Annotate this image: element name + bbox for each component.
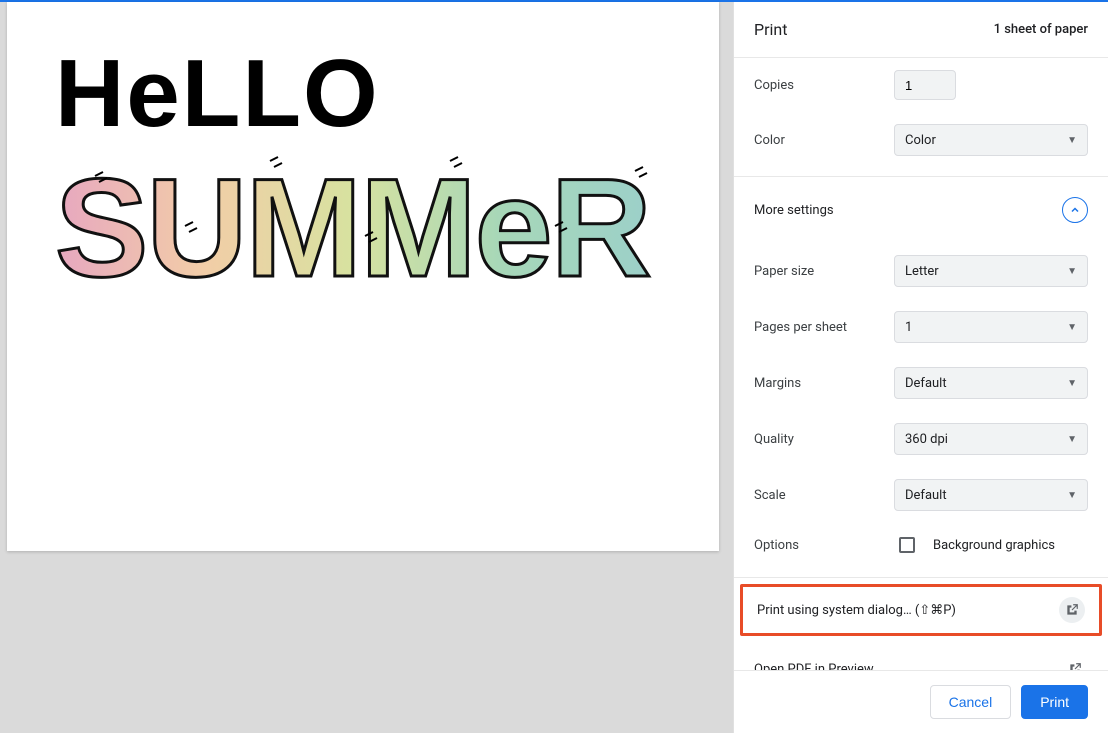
- pages-per-sheet-label: Pages per sheet: [754, 320, 894, 335]
- panel-footer: Cancel Print: [734, 670, 1108, 733]
- scale-value: Default: [905, 488, 947, 503]
- pages-per-sheet-select[interactable]: 1 ▼: [894, 311, 1088, 343]
- color-select[interactable]: Color ▼: [894, 124, 1088, 156]
- margins-value: Default: [905, 376, 947, 391]
- pages-per-sheet-row: Pages per sheet 1 ▼: [734, 299, 1108, 355]
- panel-title: Print: [754, 20, 787, 39]
- system-section: Print using system dialog… (⇧⌘P) Open PD…: [734, 577, 1108, 670]
- system-dialog-row[interactable]: Print using system dialog… (⇧⌘P): [740, 584, 1102, 636]
- system-dialog-label: Print using system dialog… (⇧⌘P): [757, 603, 956, 618]
- margins-row: Margins Default ▼: [734, 355, 1108, 411]
- caret-down-icon: ▼: [1067, 490, 1077, 501]
- print-preview-area: HeLLO SUMMeR: [0, 2, 733, 733]
- caret-down-icon: ▼: [1067, 266, 1077, 277]
- background-graphics-label: Background graphics: [933, 538, 1055, 553]
- background-graphics-checkbox[interactable]: [899, 537, 915, 553]
- pages-per-sheet-value: 1: [905, 320, 912, 335]
- print-settings-panel: Print 1 sheet of paper Copies Color Colo…: [733, 2, 1108, 733]
- copies-label: Copies: [754, 78, 894, 93]
- scale-select[interactable]: Default ▼: [894, 479, 1088, 511]
- print-button[interactable]: Print: [1021, 685, 1088, 719]
- more-settings-label: More settings: [754, 203, 834, 218]
- caret-down-icon: ▼: [1067, 378, 1077, 389]
- caret-down-icon: ▼: [1067, 434, 1077, 445]
- quality-label: Quality: [754, 432, 894, 447]
- more-settings-toggle[interactable]: More settings: [734, 177, 1108, 243]
- open-pdf-label: Open PDF in Preview: [754, 662, 874, 671]
- cancel-button[interactable]: Cancel: [930, 685, 1012, 719]
- quality-value: 360 dpi: [905, 432, 948, 447]
- panel-header: Print 1 sheet of paper: [734, 2, 1108, 58]
- scale-label: Scale: [754, 488, 894, 503]
- svg-text:SUMMeR: SUMMeR: [55, 149, 650, 286]
- caret-down-icon: ▼: [1067, 322, 1077, 333]
- paper-size-value: Letter: [905, 264, 939, 279]
- preview-artwork: HeLLO SUMMeR: [35, 26, 695, 286]
- copies-input[interactable]: [894, 70, 956, 100]
- open-pdf-row[interactable]: Open PDF in Preview: [734, 642, 1108, 670]
- sheet-count: 1 sheet of paper: [994, 22, 1088, 37]
- quality-select[interactable]: 360 dpi ▼: [894, 423, 1088, 455]
- margins-label: Margins: [754, 376, 894, 391]
- options-row: Options Background graphics: [734, 523, 1108, 567]
- quality-row: Quality 360 dpi ▼: [734, 411, 1108, 467]
- open-external-icon: [1059, 597, 1085, 623]
- paper-size-row: Paper size Letter ▼: [734, 243, 1108, 299]
- caret-down-icon: ▼: [1067, 135, 1077, 146]
- panel-body[interactable]: Copies Color Color ▼ More settings: [734, 58, 1108, 670]
- chevron-up-icon: [1062, 197, 1088, 223]
- paper-size-label: Paper size: [754, 264, 894, 279]
- margins-select[interactable]: Default ▼: [894, 367, 1088, 399]
- scale-row: Scale Default ▼: [734, 467, 1108, 523]
- color-value: Color: [905, 133, 936, 148]
- paper-size-select[interactable]: Letter ▼: [894, 255, 1088, 287]
- svg-text:HeLLO: HeLLO: [55, 40, 380, 147]
- preview-page: HeLLO SUMMeR: [7, 2, 719, 551]
- options-label: Options: [754, 538, 894, 553]
- system-dialog-row-wrap: Print using system dialog… (⇧⌘P): [734, 578, 1108, 642]
- copies-row: Copies: [734, 58, 1108, 112]
- color-label: Color: [754, 133, 894, 148]
- open-external-icon: [1062, 656, 1088, 670]
- color-row: Color Color ▼: [734, 112, 1108, 168]
